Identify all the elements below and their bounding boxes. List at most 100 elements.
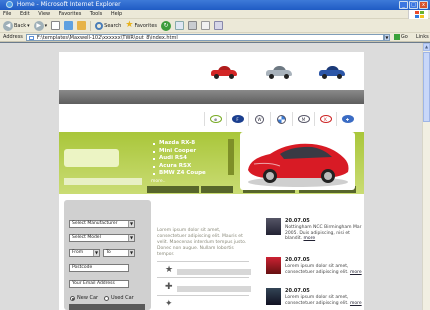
favorites-button[interactable]: ★ Favorites <box>125 21 157 30</box>
vertical-scrollbar[interactable]: ▲ <box>422 43 430 310</box>
car-thumbnail-silver[interactable] <box>264 64 294 80</box>
menu-file[interactable]: File <box>3 11 11 17</box>
forward-button[interactable]: ▶ ▾ <box>33 20 48 31</box>
print-icon[interactable] <box>188 21 198 30</box>
model-list: Mazda RX-8 Mini Cooper Audi RS4 Acura RS… <box>151 140 231 180</box>
address-input[interactable]: F:\templates\Maxwell-102\xxxxxx\TWR\out_… <box>25 33 384 41</box>
hero-car-image <box>240 132 355 190</box>
star-icon: ★ <box>125 20 134 30</box>
car-thumbnail-blue[interactable] <box>317 64 347 80</box>
menu-favorites[interactable]: Favorites <box>59 11 82 17</box>
model-value: Select Model <box>72 235 101 240</box>
ford-logo-icon: F <box>231 115 244 123</box>
news-more-link[interactable]: more <box>350 270 362 275</box>
address-dropdown[interactable]: ▼ <box>383 33 390 41</box>
ie-icon <box>6 1 13 8</box>
chevron-down-icon: ▾ <box>27 22 30 29</box>
model-link[interactable]: BMW Z4 Coupe <box>151 170 231 178</box>
chevron-down-icon: ▼ <box>128 221 134 227</box>
back-arrow-icon: ◀ <box>3 20 13 31</box>
back-button[interactable]: ◀ Back ▾ <box>3 20 30 31</box>
brand-vw[interactable]: W <box>248 112 270 126</box>
star-icon: ✦ <box>165 299 173 309</box>
discuss-icon[interactable] <box>214 21 224 30</box>
news-date: 20.07.05 <box>285 218 310 224</box>
search-submit-bar[interactable] <box>69 304 145 310</box>
scroll-thumb[interactable] <box>423 52 430 122</box>
price-from-select[interactable]: From ▼ <box>69 249 100 257</box>
chevrolet-logo-icon: ✚ <box>341 115 354 123</box>
mail-icon[interactable] <box>175 21 185 30</box>
brand-chevrolet[interactable]: ✚ <box>336 112 358 126</box>
used-car-radio[interactable]: Used Car <box>104 295 134 301</box>
window-controls: _ □ x <box>399 1 428 9</box>
news-body: Nottingham NCC Birmingham Mar 2005. Duis… <box>285 225 362 241</box>
radio-icon <box>104 295 109 301</box>
favorites-label: Favorites <box>134 22 158 29</box>
brand-kia[interactable]: K <box>314 112 336 126</box>
menu-edit[interactable]: Edit <box>20 11 30 17</box>
news-thumbnail <box>266 257 281 274</box>
maximize-button[interactable]: □ <box>409 1 418 9</box>
news-more-link[interactable]: more <box>303 236 315 241</box>
chevron-down-icon: ▾ <box>44 22 48 29</box>
go-label: Go <box>400 33 408 40</box>
minimize-button[interactable]: _ <box>399 1 408 9</box>
news-date: 20.07.05 <box>285 288 310 294</box>
brand-alfa-romeo[interactable]: ⊕ <box>204 112 226 126</box>
intro-text: Lorem ipsum dolor sit amet, consectetuer… <box>157 228 247 257</box>
manufacturer-value: Select Manufacturer <box>72 221 118 226</box>
email-input[interactable]: Your Email Address <box>69 280 129 288</box>
kia-logo-icon: K <box>319 115 332 123</box>
news-text: Lorem ipsum dolor sit amet, consectetuer… <box>285 295 363 306</box>
go-button[interactable]: Go <box>393 33 408 42</box>
brand-bmw[interactable] <box>270 112 292 126</box>
news-more-link[interactable]: more <box>350 301 362 306</box>
new-car-radio[interactable]: New Car <box>70 295 98 301</box>
car-wheel <box>322 74 327 79</box>
star-icon: ✚ <box>165 282 173 292</box>
model-select[interactable]: Select Model ▼ <box>69 234 135 242</box>
home-icon[interactable] <box>77 21 87 30</box>
divider <box>157 277 249 278</box>
menu-help[interactable]: Help <box>111 11 122 17</box>
close-button[interactable]: x <box>419 1 428 9</box>
stop-icon[interactable] <box>51 21 61 30</box>
intro-item-bar <box>177 269 251 275</box>
menu-bar: File Edit View Favorites Tools Help <box>0 10 430 19</box>
news-text: Lorem ipsum dolor sit amet, consectetuer… <box>285 264 363 275</box>
search-label: Search <box>104 22 122 29</box>
model-link[interactable]: Acura RSX <box>151 163 231 171</box>
model-list-scrollbar[interactable] <box>228 139 234 175</box>
brand-ford[interactable]: F <box>226 112 248 126</box>
radio-selected-icon <box>70 295 75 301</box>
search-button[interactable]: Search <box>95 21 122 30</box>
bmw-logo-icon <box>277 114 286 124</box>
address-bar: Address F:\templates\Maxwell-102\xxxxxx\… <box>0 33 430 42</box>
media-icon[interactable]: ↻ <box>161 20 172 31</box>
menu-tools[interactable]: Tools <box>90 11 102 17</box>
links-button[interactable]: Links <box>416 33 429 42</box>
model-list-more[interactable]: more.. <box>151 179 166 184</box>
refresh-icon[interactable] <box>64 21 74 30</box>
news-body: Lorem ipsum dolor sit amet, consectetuer… <box>285 264 349 275</box>
used-car-label: Used Car <box>111 295 134 301</box>
car-search-panel: Select Manufacturer ▼ Select Model ▼ Fro… <box>64 200 151 310</box>
price-to-select[interactable]: To ▼ <box>103 249 135 257</box>
postcode-placeholder: Postcode <box>72 265 93 270</box>
model-link[interactable]: Mini Cooper <box>151 148 231 156</box>
new-car-label: New Car <box>77 295 99 301</box>
edit-icon[interactable] <box>201 21 211 30</box>
model-link[interactable]: Audi RS4 <box>151 155 231 163</box>
postcode-input[interactable]: Postcode <box>69 264 129 272</box>
model-link[interactable]: Mazda RX-8 <box>151 140 231 148</box>
toolbar-separator <box>90 20 92 31</box>
featured-bar <box>201 186 233 193</box>
brand-mazda[interactable]: M <box>292 112 314 126</box>
menu-view[interactable]: View <box>38 11 50 17</box>
back-label: Back <box>14 22 27 29</box>
car-thumbnail-red[interactable] <box>209 64 239 80</box>
manufacturer-select[interactable]: Select Manufacturer ▼ <box>69 220 135 228</box>
scroll-up-icon[interactable]: ▲ <box>423 43 430 51</box>
featured-box-bar <box>64 178 142 185</box>
